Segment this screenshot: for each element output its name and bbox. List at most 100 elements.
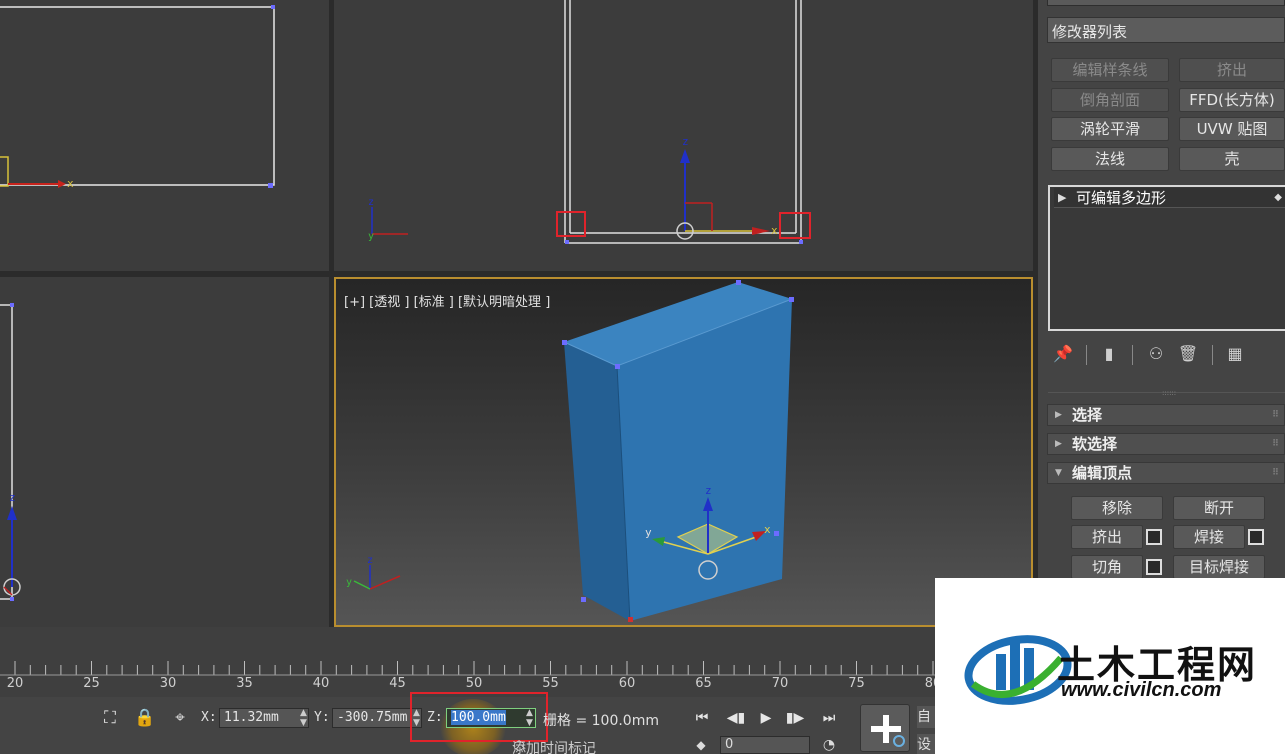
timeline-tick-label: 40: [312, 676, 330, 691]
remove-button[interactable]: 移除: [1071, 496, 1163, 520]
svg-text:z: z: [682, 135, 689, 148]
rollout-title: 编辑顶点: [1072, 464, 1133, 482]
highlight-z-field: [410, 692, 548, 742]
rollout-grip-icon: ⠿: [1271, 410, 1279, 420]
remove-modifier-icon[interactable]: 🗑: [1177, 343, 1199, 365]
timeline-tick-label: 35: [236, 676, 253, 691]
pin-icon[interactable]: 📌: [1052, 343, 1074, 365]
extrude-button[interactable]: 挤出: [1071, 525, 1143, 549]
expanded-triangle-icon: ▼: [1055, 468, 1062, 478]
show-end-result-icon[interactable]: ▮: [1098, 343, 1120, 365]
divider-grip-icon[interactable]: ::::::: [1162, 389, 1180, 397]
viewport-left[interactable]: z: [0, 277, 329, 627]
target-weld-button[interactable]: 目标焊接: [1173, 555, 1265, 579]
modifier-button-shell[interactable]: 壳: [1179, 147, 1285, 171]
rollout-grip-icon: ⠿: [1271, 439, 1279, 449]
object-name-field[interactable]: [1047, 0, 1285, 6]
svg-text:z: z: [705, 484, 712, 497]
rollout-grip-icon: ⠿: [1271, 468, 1279, 478]
timeline-tick-label: 45: [389, 676, 406, 691]
next-frame-icon[interactable]: ▮▶: [782, 708, 808, 728]
modifier-button-turbosmooth[interactable]: 涡轮平滑: [1051, 117, 1169, 141]
time-config-icon[interactable]: ◔: [818, 734, 840, 754]
modifier-button-bevel-profile[interactable]: 倒角剖面: [1051, 88, 1169, 112]
go-to-end-icon[interactable]: ⏭: [816, 708, 842, 728]
timeline-tick-label: 65: [695, 676, 712, 691]
svg-text:y: y: [368, 231, 374, 242]
chamfer-settings-button[interactable]: [1146, 559, 1162, 575]
toolbar-separator: [1086, 345, 1087, 365]
x-spinner-icon[interactable]: ▲ ▼: [299, 708, 308, 728]
timeline-tick-label: 30: [159, 676, 177, 691]
make-unique-icon[interactable]: ⚇: [1145, 343, 1167, 365]
break-button[interactable]: 断开: [1173, 496, 1265, 520]
stack-item-editable-poly[interactable]: ▶ 可编辑多边形 ◆: [1054, 188, 1285, 208]
viewport-top-canvas: x: [0, 5, 275, 190]
chamfer-button[interactable]: 切角: [1071, 555, 1143, 579]
modifier-button-ffd-box[interactable]: FFD(长方体): [1179, 88, 1285, 112]
isolate-selection-icon[interactable]: ⛶: [99, 707, 121, 729]
y-coordinate-field[interactable]: -300.75mm: [332, 708, 422, 728]
viewport-perspective-canvas: z y x z y: [346, 280, 794, 622]
svg-text:y: y: [346, 577, 352, 588]
viewport-top[interactable]: x: [0, 0, 329, 271]
collapsed-triangle-icon: ▶: [1055, 439, 1062, 449]
timeline-tick-label: 60: [618, 676, 636, 691]
timeline-tick-label: 70: [771, 676, 789, 691]
stack-item-label: 可编辑多边形: [1076, 189, 1167, 207]
rollout-soft-selection[interactable]: ▶ 软选择 ⠿: [1047, 433, 1285, 455]
x-label: X:: [201, 710, 217, 725]
command-panel: 修改器列表 编辑样条线 挤出 倒角剖面 FFD(长方体) 涡轮平滑 UVW 贴图…: [1038, 0, 1285, 580]
extrude-settings-button[interactable]: [1146, 529, 1162, 545]
svg-text:z: z: [368, 197, 374, 208]
x-coordinate-field[interactable]: 11.32mm: [219, 708, 309, 728]
toolbar-separator: [1212, 345, 1213, 365]
y-label: Y:: [314, 710, 330, 725]
absolute-transform-icon[interactable]: ⌖: [169, 707, 191, 729]
modifier-button-normal[interactable]: 法线: [1051, 147, 1169, 171]
viewport-left-canvas: z: [0, 303, 21, 601]
modifier-stack[interactable]: ▶ 可编辑多边形 ◆: [1048, 185, 1285, 331]
rollout-selection[interactable]: ▶ 选择 ⠿: [1047, 404, 1285, 426]
add-time-tag-label[interactable]: 添加时间标记: [512, 738, 596, 754]
modifier-button-edit-spline[interactable]: 编辑样条线: [1051, 58, 1169, 82]
rollout-title: 选择: [1072, 406, 1103, 424]
go-to-start-icon[interactable]: ⏮: [689, 708, 715, 728]
vertex-marker: [271, 5, 275, 9]
watermark-url: www.civilcn.com: [1061, 679, 1222, 701]
status-bar: ⛶ 🔒 ⌖ X: 11.32mm ▲ ▼ Y: -300.75mm ▲ ▼ Z: 1…: [0, 692, 935, 754]
gizmo-x-label: x: [67, 177, 74, 190]
set-key-mode-button[interactable]: 设: [917, 734, 935, 754]
modifier-button-extrude[interactable]: 挤出: [1179, 58, 1285, 82]
rollout-edit-vertices[interactable]: ▼ 编辑顶点 ⠿: [1047, 462, 1285, 484]
auto-key-button[interactable]: 自: [917, 706, 935, 728]
weld-settings-button[interactable]: [1248, 529, 1264, 545]
stack-dot-icon: ◆: [1274, 192, 1282, 203]
modifier-list-dropdown[interactable]: 修改器列表: [1047, 17, 1285, 43]
timeline-tick-label: 55: [542, 676, 559, 691]
set-key-button[interactable]: [860, 704, 910, 752]
svg-text:x: x: [771, 224, 778, 237]
weld-button[interactable]: 焊接: [1173, 525, 1245, 549]
svg-text:z: z: [367, 555, 373, 566]
timeline-ruler[interactable]: 20 25 30 35 40 45 50 55 60 65 70 75 80: [0, 627, 941, 697]
lock-icon[interactable]: 🔒: [134, 707, 156, 729]
key-plus-icon: [871, 715, 905, 747]
viewport-front-canvas: z x z y: [368, 0, 803, 244]
svg-text:z: z: [9, 491, 16, 504]
box-outline: [0, 6, 275, 186]
expand-triangle-icon[interactable]: ▶: [1058, 188, 1066, 208]
highlight-vertex-right: [779, 212, 811, 239]
key-mode-toggle-icon[interactable]: ◆: [690, 734, 712, 754]
previous-frame-icon[interactable]: ◀▮: [723, 708, 749, 728]
configure-sets-icon[interactable]: ▦: [1224, 343, 1246, 365]
collapsed-triangle-icon: ▶: [1055, 410, 1062, 420]
viewport-front[interactable]: z x z y: [334, 0, 1033, 271]
svg-text:x: x: [764, 523, 771, 536]
timeline-tick-label: 75: [848, 676, 865, 691]
current-frame-field[interactable]: 0: [720, 736, 810, 754]
grid-size-label: 栅格 = 100.0mm: [543, 713, 659, 729]
modifier-button-uvw-map[interactable]: UVW 贴图: [1179, 117, 1285, 141]
play-icon[interactable]: ▶: [753, 708, 779, 728]
viewport-perspective[interactable]: [+] [透视 ] [标准 ] [默认明暗处理 ] z y x z y: [334, 277, 1033, 627]
